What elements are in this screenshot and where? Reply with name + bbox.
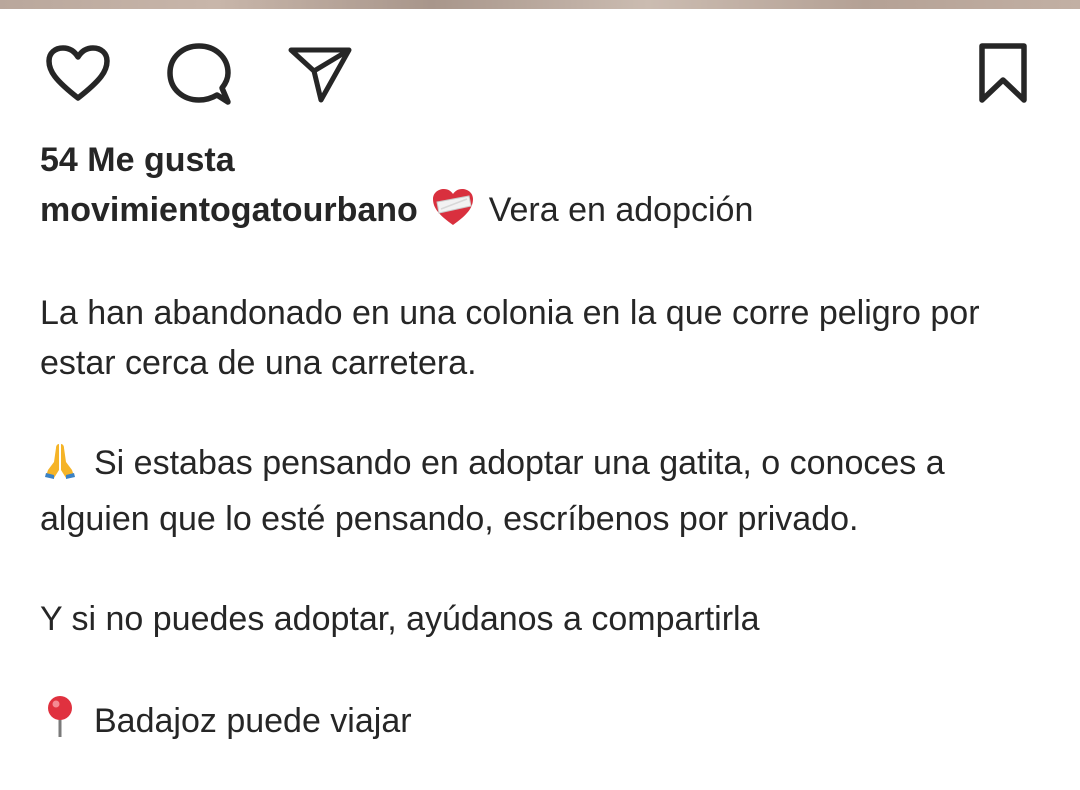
post-caption-area: 54 Me gusta movimientogatourbano Vera en… [40, 138, 1050, 752]
like-button[interactable] [43, 38, 113, 108]
caption-title: Vera en adopción [488, 191, 754, 229]
folded-hands-icon [40, 440, 80, 494]
speech-bubble-icon [167, 43, 231, 105]
likes-count[interactable]: 54 Me gusta [40, 138, 1050, 182]
post-photo-edge [0, 0, 1080, 9]
round-pushpin-icon [40, 694, 80, 752]
caption-paragraph-2-text: Si estabas pensando en adoptar una gatit… [40, 444, 945, 538]
caption-paragraph-4: Badajoz puede viajar [40, 694, 1050, 752]
post-action-bar [0, 38, 1080, 108]
location-text: Badajoz puede viajar [94, 702, 412, 740]
heart-outline-icon [46, 45, 110, 101]
bookmark-icon [979, 43, 1027, 103]
paper-plane-icon [288, 47, 352, 103]
share-button[interactable] [285, 38, 355, 108]
bandaged-heart-icon [431, 187, 475, 244]
caption-header: movimientogatourbano Vera en adopción [40, 182, 1050, 238]
comment-button[interactable] [164, 38, 234, 108]
caption-paragraph-2: Si estabas pensando en adoptar una gatit… [40, 438, 1050, 544]
caption-paragraph-3: Y si no puedes adoptar, ayúdanos a compa… [40, 600, 760, 638]
username-link[interactable]: movimientogatourbano [40, 191, 418, 229]
caption-paragraph-1: La han abandonado en una colonia en la q… [40, 294, 980, 382]
save-button[interactable] [968, 38, 1038, 108]
